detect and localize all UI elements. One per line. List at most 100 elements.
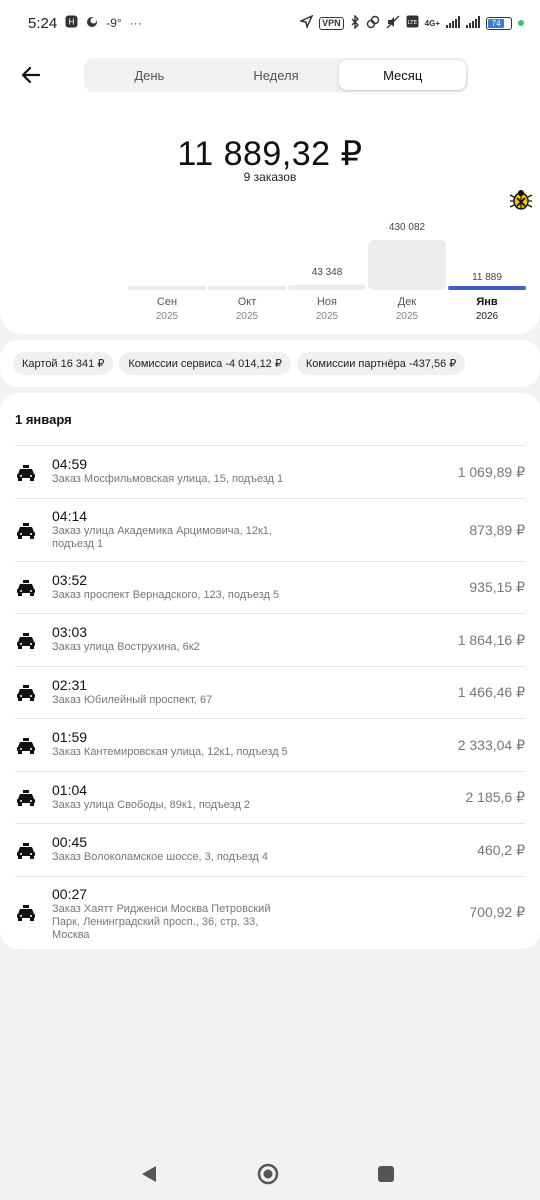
nav-recents-button[interactable]: [378, 1166, 394, 1187]
arrow-left-icon: [22, 67, 40, 83]
order-row[interactable]: 01:04 Заказ улица Свободы, 89к1, подъезд …: [0, 771, 540, 823]
vpn-icon: VPN: [319, 16, 344, 30]
svg-text:H: H: [69, 18, 75, 27]
taxi-car-icon: [16, 790, 36, 806]
month-bar: [208, 286, 286, 290]
month-bar: [288, 285, 366, 290]
orders-count: 9 заказов: [243, 170, 297, 184]
month-value-label: 11 889: [472, 272, 502, 283]
tab-month[interactable]: Месяц: [339, 60, 467, 90]
order-row[interactable]: 01:59 Заказ Кантемировская улица, 12к1, п…: [0, 718, 540, 771]
triangle-back-icon: [142, 1166, 156, 1182]
tab-day[interactable]: День: [86, 60, 213, 90]
signal-icon-2: [466, 15, 480, 31]
month-year: 2025: [235, 311, 259, 322]
order-row[interactable]: 03:52 Заказ проспект Вернадского, 123, по…: [0, 561, 540, 613]
order-amount: 1 069,89 ₽: [457, 464, 525, 480]
order-amount: 1 466,46 ₽: [457, 684, 525, 700]
battery-icon: 74: [486, 16, 512, 30]
order-address: Заказ Хаятт Ридженси Москва Петровский П…: [52, 903, 271, 941]
chip-service-commission[interactable]: Комиссии сервиса -4 014,12 ₽: [119, 352, 291, 375]
order-amount: 1 864,16 ₽: [457, 632, 525, 648]
taxi-car-icon: [16, 580, 36, 596]
month-column[interactable]: 43 348 Ноя 2025: [288, 226, 366, 326]
month-bar: [448, 286, 526, 290]
chip-partner-commission[interactable]: Комиссии партнёра -437,56 ₽: [296, 352, 466, 375]
order-time: 02:31: [52, 677, 88, 693]
month-year: 2026: [475, 311, 499, 322]
status-time: 5:24: [28, 14, 58, 32]
privacy-indicator-dot: [518, 20, 524, 26]
order-time: 01:04: [52, 782, 88, 798]
signal-icon-1: [446, 15, 460, 31]
order-address: Заказ проспект Вернадского, 123, подъезд…: [52, 589, 280, 601]
circle-home-icon: [257, 1163, 279, 1185]
order-row[interactable]: 00:45 Заказ Волоколамское шоссе, 3, подъе…: [0, 823, 540, 876]
month-label: Дек: [397, 296, 417, 308]
total-amount: 11 889,32 ₽: [177, 135, 363, 173]
order-row[interactable]: 00:27 Заказ Хаятт Ридженси Москва Петровс…: [0, 876, 540, 947]
monthly-chart: Сен 2025 Окт 2025 43 348 Ноя 2025 430 082 Дек 202…: [128, 222, 530, 326]
taxi-car-icon: [16, 738, 36, 754]
month-label: Ноя: [316, 296, 338, 308]
order-row[interactable]: 02:31 Заказ Юбилейный проспект, 67 1 466,4…: [0, 666, 540, 718]
payment-breakdown-chips: Картой 16 341 ₽ Комиссии сервиса -4 014,…: [0, 340, 540, 387]
month-value-label: 430 082: [388, 222, 426, 233]
order-time: 03:03: [52, 624, 88, 640]
order-address: Заказ улица Академика Арцимовича, 12к1, …: [52, 525, 272, 550]
nav-back-button[interactable]: [141, 1165, 157, 1188]
taxi-car-icon: [16, 843, 36, 859]
chip-card-payments[interactable]: Картой 16 341 ₽: [13, 352, 114, 375]
order-address: Заказ Юбилейный проспект, 67: [52, 694, 213, 706]
order-amount: 873,89 ₽: [469, 522, 525, 538]
battery-level: 74: [488, 18, 505, 28]
order-row[interactable]: 04:59 Заказ Мосфильмовская улица, 15, под…: [0, 445, 540, 498]
orders-list-card: 1 января 04:59 Заказ Мосфильмовская улица…: [0, 393, 540, 949]
month-value-label: 43 348: [311, 267, 343, 278]
volte-icon: LTE: [406, 15, 419, 31]
weather-icon: [86, 16, 98, 31]
order-amount: 2 185,6 ₽: [465, 789, 525, 805]
svg-text:LTE: LTE: [408, 20, 418, 26]
month-column[interactable]: Сен 2025: [128, 226, 206, 326]
network-type: 4G+: [424, 18, 440, 28]
order-address: Заказ улица Вострухина, 6к2: [52, 641, 200, 653]
month-year: 2025: [315, 311, 339, 322]
period-segmented-control: День Неделя Месяц: [84, 58, 468, 92]
mute-icon: [386, 15, 400, 32]
month-column[interactable]: 11 889 Янв 2026: [448, 226, 526, 326]
back-button[interactable]: [18, 64, 44, 86]
month-column[interactable]: 430 082 Дек 2025: [368, 222, 446, 326]
order-address: Заказ Мосфильмовская улица, 15, подъезд …: [52, 473, 284, 485]
month-bar: [128, 286, 206, 290]
order-row[interactable]: 04:14 Заказ улица Академика Арцимовича, 1…: [0, 498, 540, 561]
month-label: Сен: [156, 296, 178, 308]
location-icon: [298, 14, 314, 31]
order-time: 00:45: [52, 834, 88, 850]
day-header: 1 января: [15, 412, 72, 427]
more-notifications-icon: ···: [129, 16, 142, 30]
status-bar: 5:24 H -9° ··· VPN LTE 4G+ 74: [0, 0, 540, 46]
notification-icon: H: [65, 15, 78, 31]
bug-report-icon[interactable]: [509, 188, 533, 212]
order-time: 03:52: [52, 572, 88, 588]
taxi-car-icon: [16, 633, 36, 649]
order-time: 04:14: [52, 508, 88, 524]
tab-week[interactable]: Неделя: [213, 60, 340, 90]
taxi-car-icon: [16, 905, 36, 921]
month-label: Янв: [476, 296, 498, 308]
nav-home-button[interactable]: [257, 1163, 279, 1190]
order-row[interactable]: 03:03 Заказ улица Вострухина, 6к2 1 864,16…: [0, 613, 540, 666]
month-label: Окт: [237, 296, 257, 308]
orders-list: 04:59 Заказ Мосфильмовская улица, 15, под…: [0, 445, 540, 947]
order-time: 00:27: [52, 886, 88, 902]
link-icon: [366, 15, 380, 32]
order-amount: 700,92 ₽: [469, 904, 525, 920]
month-bar: [368, 240, 446, 290]
month-column[interactable]: Окт 2025: [208, 226, 286, 326]
temperature-text: -9°: [106, 16, 122, 30]
taxi-car-icon: [16, 523, 36, 539]
order-time: 01:59: [52, 729, 88, 745]
order-amount: 935,15 ₽: [469, 579, 525, 595]
month-year: 2025: [155, 311, 179, 322]
